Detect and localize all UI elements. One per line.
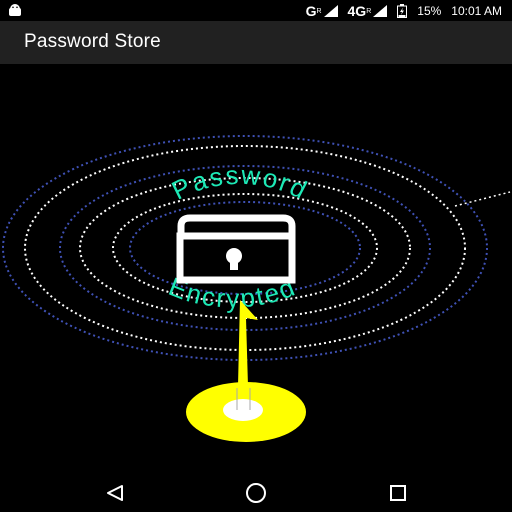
network-g-indicator: G R (306, 3, 338, 19)
network-1-label: G (305, 3, 317, 19)
signal-icon (373, 5, 388, 17)
status-bar: G R 4G R 15% 10:01 AM (0, 0, 512, 21)
battery-charging-icon (397, 4, 408, 18)
navigation-bar (0, 474, 512, 512)
android-icon (8, 4, 22, 19)
network-2-label: 4G (347, 3, 367, 19)
signal-icon (323, 5, 338, 17)
back-button[interactable] (103, 483, 127, 503)
padlock-icon (176, 214, 296, 284)
app-bar: Password Store (0, 21, 512, 64)
network-4g-indicator: 4G R (348, 3, 388, 19)
home-circle-icon (246, 483, 266, 503)
recents-square-icon (390, 485, 406, 501)
password-encrypted-logo: Password Encrypted (2, 135, 511, 442)
home-button[interactable] (244, 483, 268, 503)
network-1-sup: R (316, 7, 322, 15)
network-2-sup: R (366, 7, 372, 15)
key-icon (186, 300, 306, 442)
app-title: Password Store (24, 31, 161, 52)
back-triangle-icon (107, 485, 123, 501)
clock: 10:01 AM (451, 4, 502, 18)
splash-content: Password Encrypted (0, 64, 512, 474)
battery-percent: 15% (417, 4, 442, 18)
logo-top-text: Password (167, 160, 314, 206)
recents-button[interactable] (386, 483, 410, 503)
